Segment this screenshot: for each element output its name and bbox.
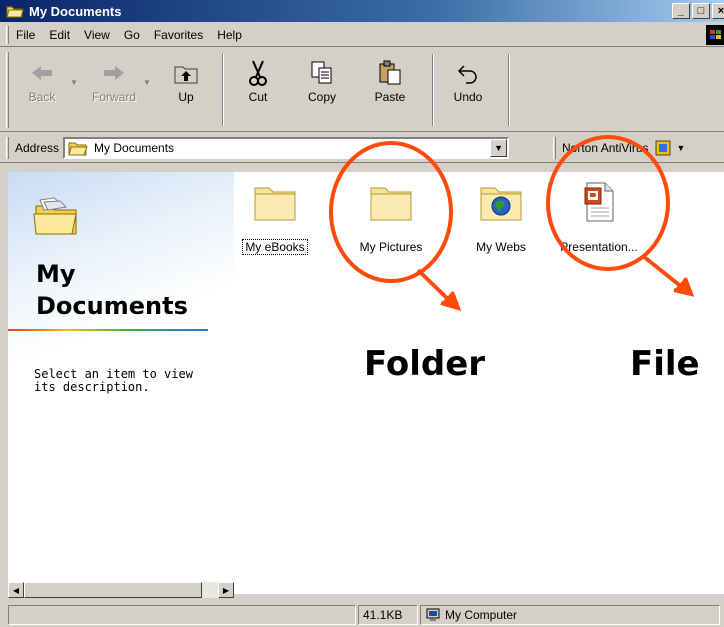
list-item-my-pictures[interactable]: My Pictures — [346, 182, 436, 254]
scissors-icon — [244, 58, 272, 88]
minimize-icon: _ — [677, 4, 685, 17]
details-pane: My Documents Select an item to view its … — [8, 172, 234, 582]
copy-icon — [308, 58, 336, 88]
norton-grip[interactable] — [553, 137, 556, 159]
forward-label: Forward — [91, 90, 136, 104]
title-bar[interactable]: My Documents _ □ × — [0, 0, 724, 22]
undo-label: Undo — [453, 90, 483, 104]
menu-bar: File Edit View Go Favorites Help — [0, 23, 724, 47]
item-label: My eBooks — [242, 239, 308, 255]
forward-arrow-icon — [100, 58, 128, 88]
forward-dropdown-icon[interactable]: ▼ — [143, 78, 151, 87]
window-title: My Documents — [29, 3, 122, 19]
item-label: Presentation... — [560, 240, 638, 254]
folder-view: My Documents Select an item to view its … — [8, 172, 724, 598]
up-button[interactable]: Up — [160, 54, 212, 130]
minimize-button[interactable]: _ — [672, 3, 690, 19]
scroll-right-icon: ▶ — [222, 585, 230, 595]
item-label: My Webs — [476, 240, 526, 254]
copy-button[interactable]: Copy — [296, 54, 348, 130]
folder-icon — [370, 187, 412, 221]
maximize-icon: □ — [697, 4, 705, 17]
address-input[interactable]: My Documents ▼ — [63, 136, 510, 159]
paste-label: Paste — [374, 90, 406, 104]
title-divider — [8, 329, 208, 331]
copy-label: Copy — [307, 90, 336, 104]
menu-file[interactable]: File — [9, 28, 42, 42]
menu-favorites[interactable]: Favorites — [147, 28, 210, 42]
horizontal-scrollbar[interactable]: ◀ ▶ — [8, 582, 234, 598]
page-title: My Documents — [36, 258, 188, 322]
status-size: 41.1KB — [358, 604, 418, 625]
title-line-2: Documents — [36, 292, 188, 320]
chevron-down-icon[interactable]: ▼ — [677, 143, 686, 153]
annotation-file-label: File — [630, 344, 700, 384]
scroll-thumb[interactable] — [24, 582, 202, 598]
menu-go[interactable]: Go — [117, 28, 147, 42]
toolbar-grip[interactable] — [6, 52, 9, 128]
menu-view[interactable]: View — [77, 28, 117, 42]
norton-label: Norton AntiVirus — [562, 141, 649, 155]
status-location: My Computer — [420, 604, 720, 625]
list-item-my-ebooks[interactable]: My eBooks — [230, 182, 320, 255]
status-panel-main — [8, 604, 356, 625]
undo-button[interactable]: Undo — [442, 54, 494, 130]
toolbar-separator — [508, 54, 510, 126]
undo-arrow-icon — [454, 58, 482, 88]
folder-open-icon — [68, 142, 88, 155]
close-button[interactable]: × — [712, 3, 724, 19]
address-bar: Address My Documents ▼ Norton AntiVirus … — [0, 133, 724, 163]
my-computer-icon — [426, 608, 440, 621]
back-label: Back — [28, 90, 56, 104]
status-bar: 41.1KB My Computer — [0, 602, 724, 627]
item-label: My Pictures — [359, 240, 423, 254]
web-folder-icon — [480, 187, 522, 221]
paste-button[interactable]: Paste — [364, 54, 416, 130]
scroll-left-icon: ◀ — [12, 585, 20, 595]
folder-open-icon — [6, 6, 24, 18]
maximize-button[interactable]: □ — [692, 3, 710, 19]
status-location-label: My Computer — [445, 607, 518, 622]
folder-icon — [254, 187, 296, 221]
address-grip[interactable] — [6, 136, 9, 159]
back-button[interactable]: Back — [16, 54, 68, 130]
up-label: Up — [178, 90, 194, 104]
windows-logo-icon — [706, 25, 724, 45]
back-dropdown-icon[interactable]: ▼ — [70, 78, 78, 87]
explorer-window: My Documents _ □ × File Edit View Go Fav… — [0, 0, 724, 627]
up-folder-icon — [172, 58, 200, 88]
address-label: Address — [15, 140, 60, 155]
annotation-folder-label: Folder — [364, 344, 486, 384]
selection-description: Select an item to view its description. — [34, 367, 193, 394]
standard-toolbar: Back ▼ Forward ▼ Up Cut Copy Paste Undo — [0, 48, 724, 132]
list-item-presentation[interactable]: Presentation... — [554, 182, 644, 254]
toolbar-separator — [222, 54, 224, 126]
my-documents-folder-icon — [33, 197, 77, 235]
close-icon: × — [717, 4, 724, 17]
powerpoint-file-icon — [584, 182, 614, 222]
chevron-down-icon: ▼ — [494, 142, 503, 153]
cut-button[interactable]: Cut — [232, 54, 284, 130]
cut-label: Cut — [248, 90, 268, 104]
menu-help[interactable]: Help — [210, 28, 249, 42]
list-item-my-webs[interactable]: My Webs — [456, 182, 546, 254]
menu-edit[interactable]: Edit — [42, 28, 77, 42]
toolbar-separator — [432, 54, 434, 126]
back-arrow-icon — [28, 58, 56, 88]
title-line-1: My — [36, 260, 76, 288]
norton-shield-icon — [655, 140, 670, 156]
norton-antivirus-toolbar[interactable]: Norton AntiVirus ▼ — [553, 137, 685, 159]
paste-clipboard-icon — [376, 58, 404, 88]
scroll-right-button[interactable]: ▶ — [218, 582, 234, 598]
forward-button[interactable]: Forward — [88, 54, 140, 130]
address-value: My Documents — [94, 140, 175, 155]
scroll-left-button[interactable]: ◀ — [8, 582, 24, 598]
address-dropdown-button[interactable]: ▼ — [490, 138, 508, 157]
